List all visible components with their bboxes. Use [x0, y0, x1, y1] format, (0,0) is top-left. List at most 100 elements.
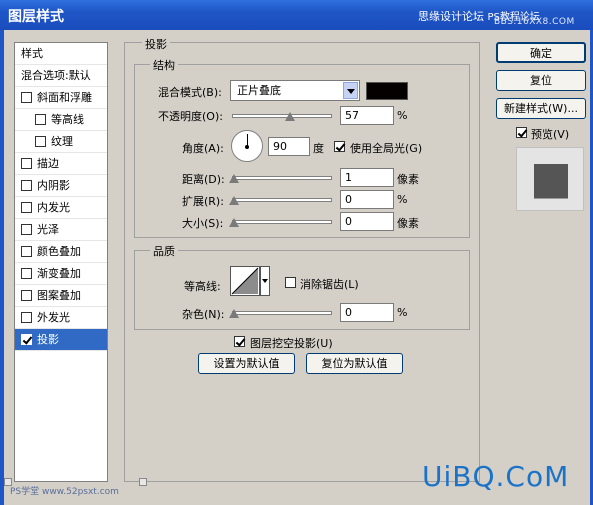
- style-label: 颜色叠加: [37, 245, 81, 258]
- blend-mode-value: 正片叠底: [237, 84, 281, 97]
- size-slider-track[interactable]: [232, 220, 332, 224]
- style-label: 纹理: [51, 135, 73, 148]
- contour-curve-icon: [231, 267, 259, 295]
- spread-slider-thumb[interactable]: [229, 196, 239, 205]
- styles-header-label: 样式: [21, 47, 43, 60]
- styles-list: 样式 混合选项:默认 斜面和浮雕 等高线 纹理 描边 内阴影 内发光 光泽 颜色…: [14, 42, 108, 482]
- checkbox-pattern-overlay[interactable]: [21, 290, 32, 301]
- resize-grip-icon: [139, 478, 147, 486]
- contour-dropdown-arrow[interactable]: [260, 266, 270, 296]
- title-bar[interactable]: 图层样式 思缘设计论坛 PS教程论坛 BBS.16XX8.COM: [0, 0, 593, 30]
- spread-input[interactable]: 0: [340, 190, 394, 209]
- spread-slider-track[interactable]: [232, 198, 332, 202]
- preview-checkbox[interactable]: [516, 127, 527, 138]
- noise-slider-track[interactable]: [232, 311, 332, 315]
- checkbox-satin[interactable]: [21, 224, 32, 235]
- style-label: 外发光: [37, 311, 70, 324]
- style-item-contour[interactable]: 等高线: [15, 109, 107, 131]
- contour-label: 等高线:: [184, 280, 221, 293]
- blend-mode-label: 混合模式(B):: [158, 86, 222, 99]
- distance-unit: 像素: [397, 173, 419, 186]
- style-item-stroke[interactable]: 描边: [15, 153, 107, 175]
- style-label: 光泽: [37, 223, 59, 236]
- reset-button[interactable]: 复位: [496, 70, 586, 91]
- blend-mode-dropdown[interactable]: 正片叠底: [230, 80, 360, 101]
- style-item-pattern-overlay[interactable]: 图案叠加: [15, 285, 107, 307]
- shadow-color-swatch[interactable]: [366, 82, 408, 100]
- checkbox-outer-glow[interactable]: [21, 312, 32, 323]
- style-item-gradient-overlay[interactable]: 渐变叠加: [15, 263, 107, 285]
- checkbox-bevel-emboss[interactable]: [21, 92, 32, 103]
- style-label: 渐变叠加: [37, 267, 81, 280]
- reset-default-button[interactable]: 复位为默认值: [306, 353, 403, 374]
- checkbox-inner-glow[interactable]: [21, 202, 32, 213]
- knockout-label[interactable]: 图层挖空投影(U): [250, 335, 333, 351]
- distance-slider-thumb[interactable]: [229, 174, 239, 183]
- style-label: 投影: [37, 333, 59, 346]
- global-light-label[interactable]: 使用全局光(G): [350, 140, 422, 156]
- style-item-inner-shadow[interactable]: 内阴影: [15, 175, 107, 197]
- knockout-checkbox[interactable]: [234, 336, 245, 347]
- angle-label: 角度(A):: [182, 142, 224, 155]
- style-item-outer-glow[interactable]: 外发光: [15, 307, 107, 329]
- contour-picker[interactable]: [230, 266, 260, 296]
- structure-title: 结构: [150, 57, 178, 73]
- style-item-texture[interactable]: 纹理: [15, 131, 107, 153]
- make-default-button[interactable]: 设置为默认值: [198, 353, 295, 374]
- style-label: 内发光: [37, 201, 70, 214]
- ok-button[interactable]: 确定: [496, 42, 586, 63]
- checkbox-color-overlay[interactable]: [21, 246, 32, 257]
- angle-dial[interactable]: [231, 130, 263, 162]
- drop-shadow-title: 投影: [142, 36, 170, 52]
- opacity-slider-thumb[interactable]: [285, 112, 295, 121]
- style-item-drop-shadow[interactable]: 投影: [15, 329, 107, 351]
- opacity-input[interactable]: 57: [340, 106, 394, 125]
- size-input[interactable]: 0: [340, 212, 394, 231]
- angle-center-dot: [245, 145, 249, 149]
- opacity-label: 不透明度(O):: [158, 110, 223, 123]
- style-label: 等高线: [51, 113, 84, 126]
- checkbox-stroke[interactable]: [21, 158, 32, 169]
- size-unit: 像素: [397, 217, 419, 230]
- distance-label: 距离(D):: [182, 173, 225, 186]
- style-item-inner-glow[interactable]: 内发光: [15, 197, 107, 219]
- checkbox-gradient-overlay[interactable]: [21, 268, 32, 279]
- preview-swatch: [534, 164, 568, 198]
- style-item-bevel-emboss[interactable]: 斜面和浮雕: [15, 87, 107, 109]
- global-light-checkbox[interactable]: [334, 141, 345, 152]
- style-label: 描边: [37, 157, 59, 170]
- style-label: 内阴影: [37, 179, 70, 192]
- checkbox-contour[interactable]: [35, 114, 46, 125]
- anti-alias-label[interactable]: 消除锯齿(L): [300, 276, 359, 292]
- distance-input[interactable]: 1: [340, 168, 394, 187]
- style-item-satin[interactable]: 光泽: [15, 219, 107, 241]
- title-watermark-url: BBS.16XX8.COM: [494, 17, 575, 27]
- window-title: 图层样式: [8, 9, 64, 25]
- style-label: 图案叠加: [37, 289, 81, 302]
- noise-unit: %: [397, 306, 408, 319]
- angle-input[interactable]: 90: [268, 137, 310, 156]
- quality-title: 品质: [150, 243, 178, 259]
- angle-unit: 度: [313, 142, 324, 155]
- style-preview: [516, 147, 584, 211]
- anti-alias-checkbox[interactable]: [285, 277, 296, 288]
- uibq-logo: UiBQ.CoM: [422, 460, 570, 493]
- distance-slider-track[interactable]: [232, 176, 332, 180]
- noise-input[interactable]: 0: [340, 303, 394, 322]
- new-style-button[interactable]: 新建样式(W)...: [496, 98, 586, 119]
- noise-label: 杂色(N):: [182, 308, 225, 321]
- blend-options-item[interactable]: 混合选项:默认: [15, 65, 107, 87]
- spread-label: 扩展(R):: [182, 195, 224, 208]
- styles-header[interactable]: 样式: [15, 43, 107, 65]
- spread-unit: %: [397, 193, 408, 206]
- noise-slider-thumb[interactable]: [229, 309, 239, 318]
- size-slider-thumb[interactable]: [229, 218, 239, 227]
- opacity-slider-track[interactable]: [232, 114, 332, 118]
- style-item-color-overlay[interactable]: 颜色叠加: [15, 241, 107, 263]
- chevron-down-icon[interactable]: [343, 82, 358, 99]
- preview-label[interactable]: 预览(V): [531, 126, 569, 142]
- footer-watermark: PS学堂 www.52psxt.com: [10, 487, 119, 497]
- checkbox-inner-shadow[interactable]: [21, 180, 32, 191]
- checkbox-texture[interactable]: [35, 136, 46, 147]
- checkbox-drop-shadow[interactable]: [21, 334, 32, 345]
